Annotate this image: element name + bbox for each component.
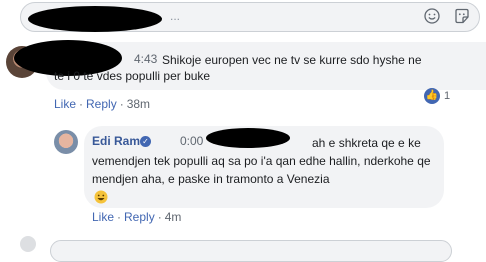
redacted-placeholder — [28, 6, 162, 32]
reply-age[interactable]: 4m — [165, 210, 182, 224]
reply-link[interactable]: Reply — [124, 210, 155, 224]
comment-text: Shikoje europen vec ne tv se kurre sdo h… — [54, 53, 422, 83]
author-avatar[interactable] — [54, 130, 78, 154]
comment-time-label: 4:43 — [134, 52, 161, 66]
like-link[interactable]: Like — [54, 97, 76, 111]
next-avatar — [20, 236, 36, 252]
verified-check-icon: ✓ — [140, 136, 151, 147]
smiley-icon[interactable] — [424, 8, 440, 24]
reply-time-label: 0:00 — [180, 134, 207, 148]
comment-age[interactable]: 38m — [127, 97, 150, 111]
grinning-emoji-icon — [94, 190, 108, 204]
reply-link[interactable]: Reply — [86, 97, 117, 111]
thumbs-up-icon: 👍 — [424, 88, 440, 104]
reaction-summary[interactable]: 👍 1 — [424, 88, 450, 106]
reply-actions: Like · Reply · 4m — [92, 210, 182, 224]
comment-actions: Like · Reply · 38m — [54, 97, 151, 111]
sticker-icon[interactable] — [454, 8, 470, 24]
reply-placeholder-tail: ... — [170, 9, 181, 23]
like-link[interactable]: Like — [92, 210, 114, 224]
redacted-reply-text — [206, 128, 290, 148]
next-comment-input[interactable] — [50, 240, 452, 262]
reaction-count: 1 — [444, 90, 451, 102]
